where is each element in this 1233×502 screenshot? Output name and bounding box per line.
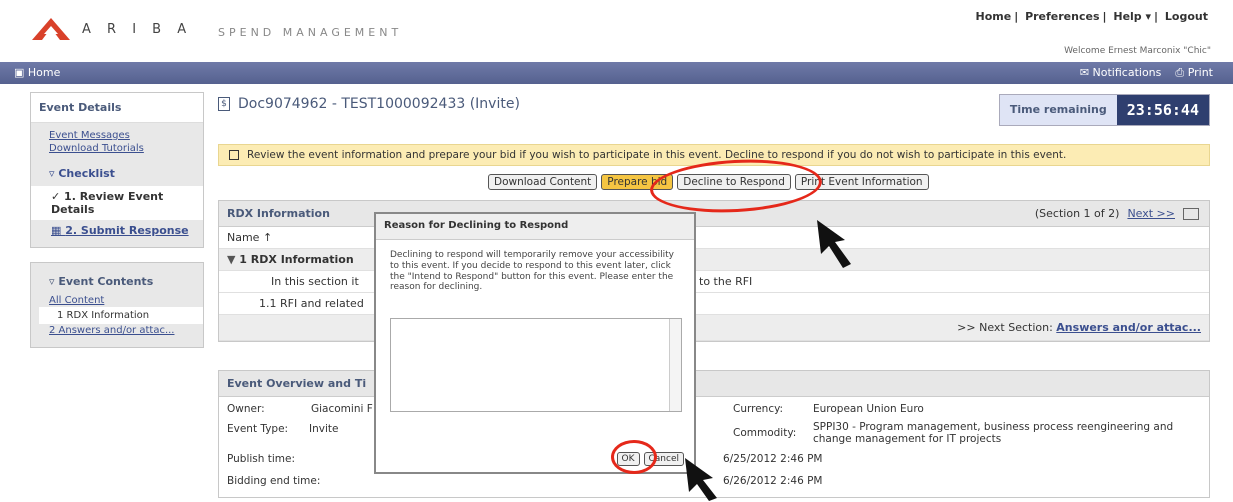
event-type-label: Event Type: bbox=[227, 423, 289, 435]
nav-bar: ▣ Home ✉ Notifications ⎙ Print bbox=[0, 62, 1233, 84]
step-submit-label: 2. Submit Response bbox=[65, 224, 189, 237]
doc-title-text: Doc9074962 - TEST1000092433 (Invite) bbox=[238, 96, 520, 112]
notice-text: Review the event information and prepare… bbox=[247, 149, 1067, 161]
download-tutorials-link[interactable]: Download Tutorials bbox=[31, 142, 203, 155]
row1-text: 1 RDX Information bbox=[239, 253, 354, 266]
reason-textarea[interactable] bbox=[390, 318, 682, 412]
contents-label: Event Contents bbox=[58, 275, 154, 288]
table-row[interactable]: 1.1 RFI and related bbox=[219, 293, 1209, 315]
next-section-link[interactable]: Answers and/or attac... bbox=[1056, 321, 1201, 334]
next-link[interactable]: Next >> bbox=[1127, 207, 1175, 220]
step-submit[interactable]: ▦ 2. Submit Response bbox=[31, 220, 203, 247]
sidebar-links: Event Messages Download Tutorials bbox=[31, 123, 203, 161]
dialog-message: Declining to respond will temporarily re… bbox=[390, 250, 674, 293]
owner-label: Owner: bbox=[227, 403, 265, 415]
print-label: Print bbox=[1187, 66, 1213, 79]
sidebar-title: Event Details bbox=[31, 93, 203, 123]
next-section-prefix: >> Next Section: bbox=[957, 321, 1053, 334]
event-messages-link[interactable]: Event Messages bbox=[31, 129, 203, 142]
currency-label: Currency: bbox=[733, 403, 784, 415]
help-link[interactable]: Help ▾ bbox=[1113, 10, 1151, 23]
tagline: SPEND MANAGEMENT bbox=[218, 26, 403, 39]
checklist-label: Checklist bbox=[58, 167, 115, 180]
notifications-label: Notifications bbox=[1092, 66, 1162, 79]
commodity-value: SPPI30 - Program management, business pr… bbox=[813, 421, 1174, 445]
download-content-button[interactable]: Download Content bbox=[488, 174, 598, 190]
publish-value: 6/25/2012 2:46 PM bbox=[723, 453, 823, 465]
brand-text: A R I B A bbox=[82, 21, 193, 37]
page-title: $ Doc9074962 - TEST1000092433 (Invite) bbox=[218, 96, 520, 112]
bidding-value: 6/26/2012 2:46 PM bbox=[723, 475, 823, 487]
sidebar: Event Details Event Messages Download Tu… bbox=[30, 92, 204, 362]
highlight-circle-ok bbox=[611, 440, 657, 474]
currency-value: European Union Euro bbox=[813, 403, 924, 415]
decline-dialog: Reason for Declining to Respond Declinin… bbox=[374, 212, 696, 474]
rdx-panel: RDX Information (Section 1 of 2) Next >>… bbox=[218, 200, 1210, 342]
overview-header: Event Overview and Ti bbox=[219, 371, 1209, 397]
time-remaining: Time remaining 23:56:44 bbox=[998, 94, 1210, 126]
time-value: 23:56:44 bbox=[1116, 95, 1209, 125]
collapse-icon[interactable]: ▼ bbox=[227, 253, 239, 266]
step-review-label: 1. Review Event Details bbox=[51, 190, 164, 216]
event-details-box: Event Details Event Messages Download Tu… bbox=[30, 92, 204, 248]
commodity-label: Commodity: bbox=[733, 427, 797, 439]
print-link[interactable]: ⎙ Print bbox=[1175, 66, 1213, 80]
top-links: Home | Preferences | Help ▾ | Logout bbox=[975, 10, 1208, 23]
notifications-link[interactable]: ✉ Notifications bbox=[1080, 66, 1162, 80]
table-row[interactable]: ▼ 1 RDX Information bbox=[219, 249, 1209, 271]
pointer-arrow-icon bbox=[817, 220, 851, 268]
content-rdx[interactable]: 1 RDX Information bbox=[39, 307, 203, 324]
dialog-title: Reason for Declining to Respond bbox=[376, 214, 694, 240]
owner-value: Giacomini F bbox=[311, 403, 373, 415]
section-info: (Section 1 of 2) bbox=[1034, 207, 1120, 220]
bidding-label: Bidding end time: bbox=[227, 475, 321, 487]
home-link[interactable]: Home bbox=[976, 10, 1012, 23]
pointer-arrow-icon bbox=[685, 458, 717, 501]
checklist-header[interactable]: ▿ Checklist bbox=[31, 161, 203, 186]
overview-title: Event Overview and Ti bbox=[227, 377, 367, 390]
time-label: Time remaining bbox=[999, 95, 1117, 125]
content-answers[interactable]: 2 Answers and/or attac... bbox=[31, 324, 203, 337]
top-header: A R I B A SPEND MANAGEMENT Home | Prefere… bbox=[0, 0, 1233, 62]
ariba-logo: A R I B A bbox=[30, 16, 192, 42]
table-row: In this section it to the RFI bbox=[219, 271, 1209, 293]
event-contents-box: ▿ Event Contents All Content 1 RDX Infor… bbox=[30, 262, 204, 348]
nav-home-label: Home bbox=[27, 66, 61, 79]
row2-left: In this section it bbox=[271, 275, 359, 288]
row3-text: 1.1 RFI and related bbox=[259, 297, 364, 310]
next-section-row: >> Next Section: Answers and/or attac... bbox=[219, 315, 1209, 341]
step-review[interactable]: ✓ 1. Review Event Details bbox=[31, 186, 203, 220]
notice-icon bbox=[229, 150, 239, 160]
grid-icon[interactable] bbox=[1183, 207, 1199, 220]
nav-home[interactable]: ▣ Home bbox=[14, 66, 60, 79]
ariba-logo-icon bbox=[32, 18, 70, 40]
welcome-text: Welcome Ernest Marconix "Chic" bbox=[1064, 46, 1211, 56]
preferences-link[interactable]: Preferences bbox=[1025, 10, 1099, 23]
all-content-link[interactable]: All Content bbox=[31, 294, 203, 307]
panel-title: RDX Information bbox=[227, 207, 330, 220]
logout-link[interactable]: Logout bbox=[1165, 10, 1208, 23]
event-type-value: Invite bbox=[309, 423, 339, 435]
name-column[interactable]: Name ↑ bbox=[227, 231, 272, 244]
row2-right: to the RFI bbox=[699, 275, 753, 288]
publish-label: Publish time: bbox=[227, 453, 296, 465]
document-icon: $ bbox=[218, 97, 230, 111]
contents-header[interactable]: ▿ Event Contents bbox=[31, 263, 203, 294]
name-header-row: Name ↑ bbox=[219, 227, 1209, 249]
textarea-scrollbar[interactable] bbox=[669, 319, 681, 411]
